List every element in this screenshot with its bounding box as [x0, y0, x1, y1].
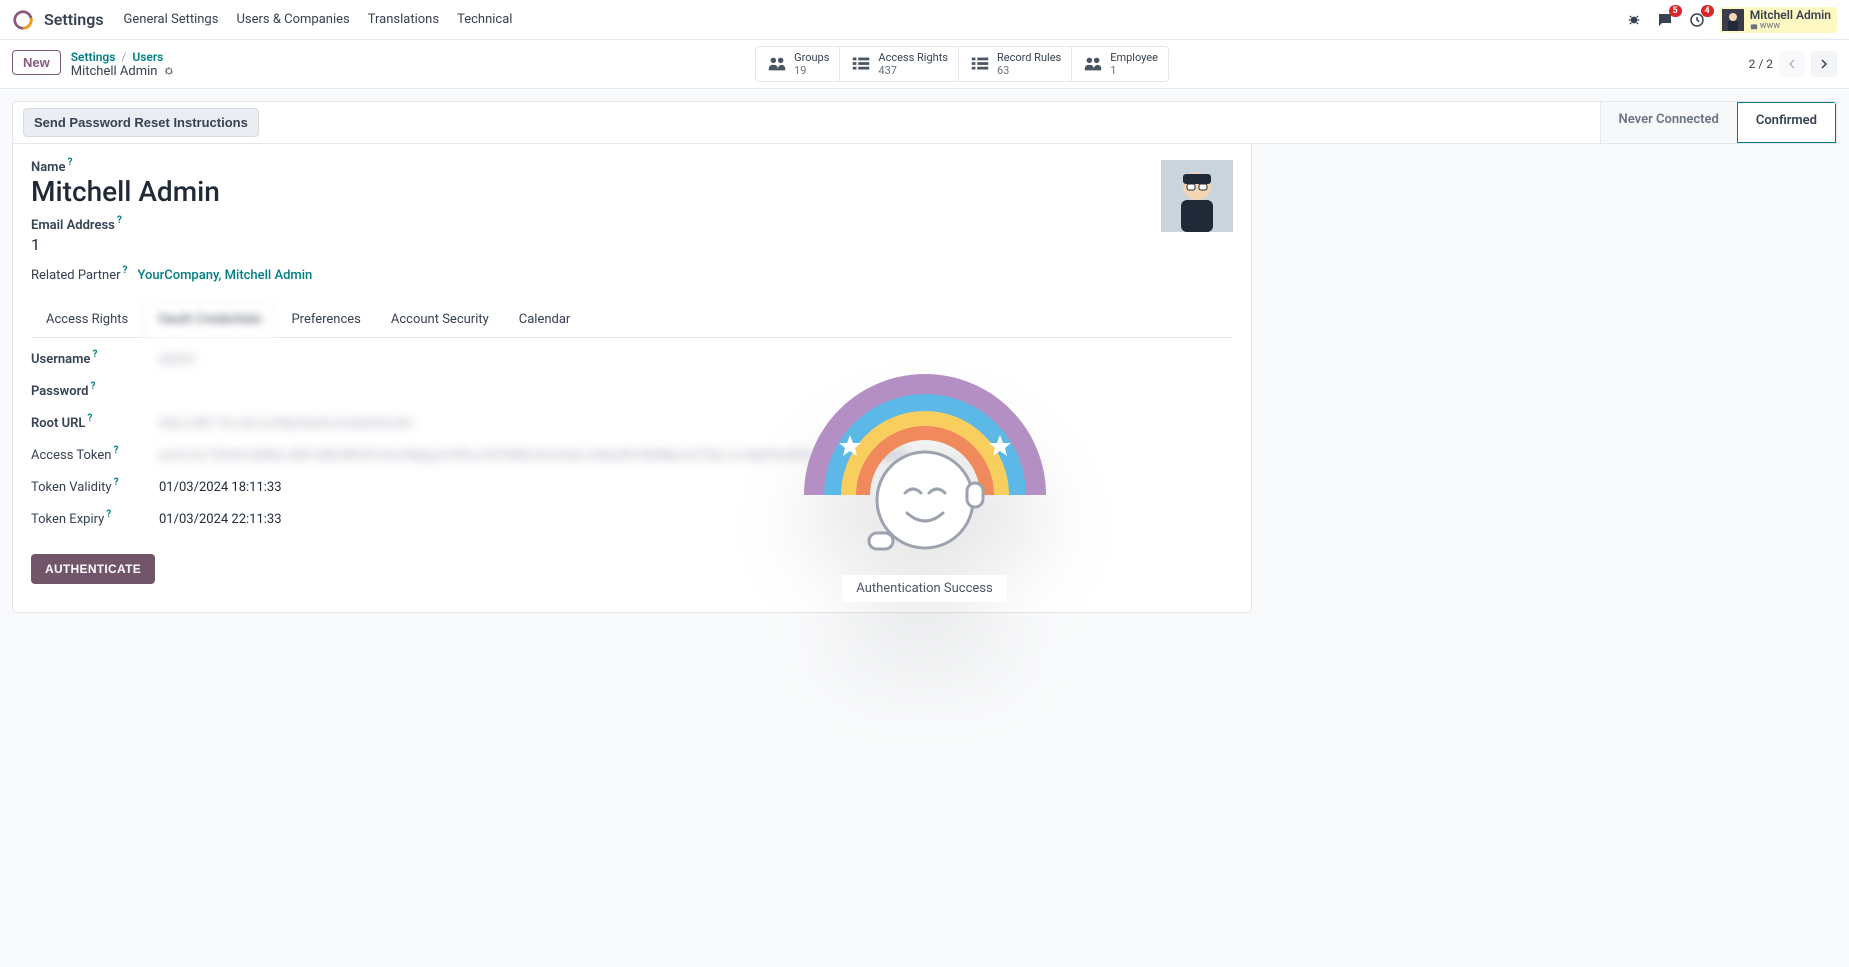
form-sheet: Name? Mitchell Admin Email Address? 1 Re… — [12, 144, 1252, 613]
expiry-label: Token Expiry? — [31, 512, 141, 527]
breadcrumb-users[interactable]: Users — [132, 50, 163, 64]
nav-general-settings[interactable]: General Settings — [124, 12, 219, 27]
user-menu[interactable]: Mitchell Admin www — [1720, 7, 1837, 33]
nav-technical[interactable]: Technical — [457, 12, 512, 27]
authenticate-button[interactable]: AUTHENTICATE — [31, 554, 155, 584]
app-title[interactable]: Settings — [44, 10, 104, 29]
user-avatar-image[interactable] — [1161, 160, 1233, 232]
chat-badge: 5 — [1669, 5, 1682, 17]
stat-groups[interactable]: Groups19 — [756, 47, 840, 81]
clock-icon[interactable]: 4 — [1688, 11, 1706, 29]
password-label: Password? — [31, 384, 141, 399]
status-confirmed[interactable]: Confirmed — [1737, 102, 1836, 143]
email-label: Email Address? — [31, 218, 1161, 233]
user-name: Mitchell Admin — [1750, 9, 1831, 21]
top-nav: Settings General Settings Users & Compan… — [0, 0, 1849, 40]
chat-icon[interactable]: 5 — [1656, 11, 1674, 29]
tab-content: Username? admin Password? Root URL? http… — [31, 338, 1233, 584]
breadcrumb-settings[interactable]: Settings — [71, 50, 116, 64]
bug-icon[interactable] — [1626, 12, 1642, 28]
stat-access-rights[interactable]: Access Rights437 — [840, 47, 959, 81]
name-value[interactable]: Mitchell Admin — [31, 175, 1161, 208]
partner-label: Related Partner? — [31, 268, 127, 283]
stat-employee[interactable]: Employee1 — [1072, 47, 1168, 81]
tab-access-rights[interactable]: Access Rights — [31, 301, 143, 337]
rooturl-value[interactable]: http://db1.0x.net:config/backo/authentic… — [159, 416, 412, 431]
send-password-reset-button[interactable]: Send Password Reset Instructions — [23, 108, 259, 137]
name-label: Name? — [31, 160, 1161, 175]
token-value[interactable]: eyJh.Gc1OlUzHJkMzLnB5.GMLWKVD.lSouWgtgJL… — [159, 448, 1034, 463]
breadcrumb-current: Mitchell Admin — [71, 64, 158, 79]
user-sub: www — [1750, 21, 1831, 31]
tab-preferences[interactable]: Preferences — [276, 301, 375, 337]
new-button[interactable]: New — [12, 50, 61, 75]
gear-icon[interactable] — [163, 65, 175, 77]
tabs: Access Rights Oauth Credentials Preferen… — [31, 301, 1233, 338]
tab-oauth-credentials[interactable]: Oauth Credentials — [143, 301, 276, 338]
stat-buttons: Groups19 Access Rights437 Record Rules63… — [755, 46, 1169, 82]
nav-users-companies[interactable]: Users & Companies — [236, 12, 349, 27]
tab-calendar[interactable]: Calendar — [504, 301, 586, 337]
validity-value: 01/03/2024 18:11:33 — [159, 480, 282, 495]
expiry-value: 01/03/2024 22:11:33 — [159, 512, 282, 527]
nav-translations[interactable]: Translations — [368, 12, 439, 27]
validity-label: Token Validity? — [31, 480, 141, 495]
avatar-icon — [1722, 9, 1744, 31]
pager-text[interactable]: 2 / 2 — [1749, 57, 1773, 71]
username-label: Username? — [31, 352, 141, 367]
username-value[interactable]: admin — [159, 352, 195, 367]
control-panel: New Settings / Users Mitchell Admin Grou… — [0, 40, 1849, 89]
breadcrumb: Settings / Users Mitchell Admin — [71, 50, 176, 79]
clock-badge: 4 — [1701, 5, 1714, 17]
statusbar: Send Password Reset Instructions Never C… — [12, 101, 1837, 144]
token-label: Access Token? — [31, 448, 141, 463]
rooturl-label: Root URL? — [31, 416, 141, 431]
partner-link[interactable]: YourCompany, Mitchell Admin — [137, 268, 312, 283]
tab-account-security[interactable]: Account Security — [376, 301, 504, 337]
pager-prev-button[interactable] — [1779, 51, 1805, 77]
email-value[interactable]: 1 — [31, 235, 1161, 254]
pager-next-button[interactable] — [1811, 51, 1837, 77]
app-logo-icon[interactable] — [12, 9, 34, 31]
stat-record-rules[interactable]: Record Rules63 — [959, 47, 1072, 81]
status-never-connected[interactable]: Never Connected — [1600, 102, 1737, 143]
